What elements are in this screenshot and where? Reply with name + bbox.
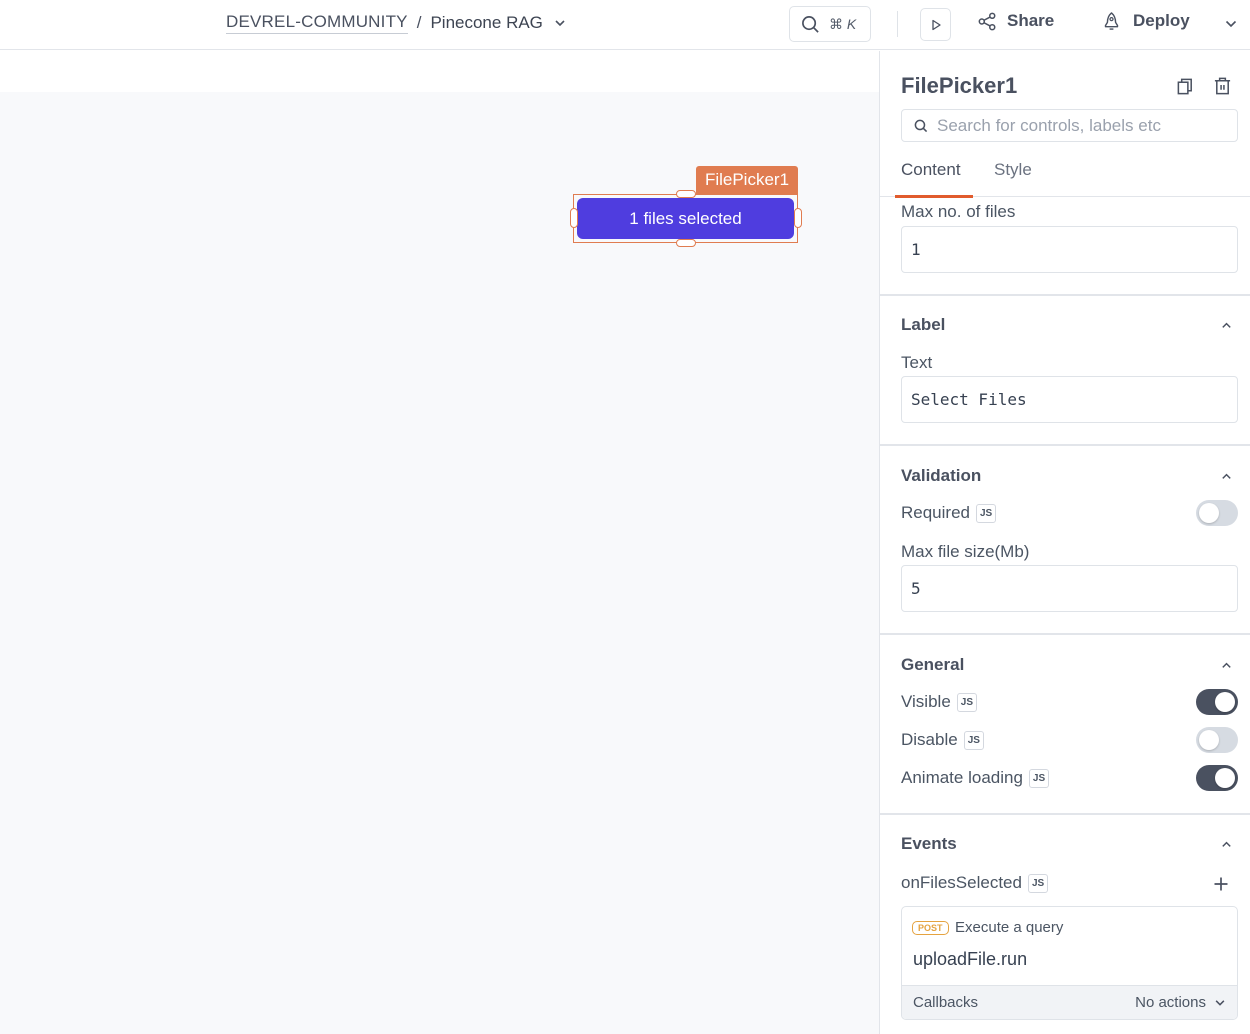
- query-name: uploadFile.run: [913, 949, 1028, 969]
- shortcut-hint: ⌘ K: [829, 16, 856, 33]
- section-divider: [880, 444, 1250, 446]
- chevron-up-icon[interactable]: [1220, 659, 1233, 672]
- disable-label-text: Disable: [901, 730, 958, 749]
- filepicker-widget-button[interactable]: 1 files selected: [577, 198, 794, 239]
- max-size-input[interactable]: 5: [901, 565, 1238, 612]
- visible-toggle[interactable]: [1196, 689, 1238, 715]
- max-size-label: Max file size(Mb): [901, 542, 1030, 561]
- toggle-knob: [1215, 692, 1235, 712]
- divider: [897, 11, 898, 37]
- label-text-input[interactable]: Select Files: [901, 376, 1238, 423]
- plus-icon[interactable]: [1213, 876, 1229, 892]
- resize-handle-left[interactable]: [570, 208, 578, 228]
- search-icon: [914, 119, 928, 132]
- breadcrumb-separator: /: [416, 13, 422, 32]
- search-icon: [802, 15, 819, 33]
- method-badge: POST: [912, 921, 949, 935]
- copy-icon[interactable]: [1176, 77, 1195, 96]
- section-divider: [880, 633, 1250, 635]
- visible-label: Visible JS: [901, 692, 978, 712]
- callbacks-row[interactable]: Callbacks No actions: [902, 985, 1237, 1019]
- event-action-card[interactable]: POST Execute a query uploadFile.run Call…: [901, 906, 1238, 1020]
- rocket-icon: [1104, 12, 1119, 30]
- tab-content[interactable]: Content: [901, 160, 961, 180]
- section-title-events[interactable]: Events: [901, 834, 957, 854]
- max-files-input[interactable]: 1: [901, 226, 1238, 273]
- shortcut-key: K: [846, 15, 857, 32]
- js-toggle-badge[interactable]: JS: [956, 692, 978, 712]
- widget-name-tag[interactable]: FilePicker1: [696, 166, 798, 194]
- chevron-up-icon[interactable]: [1220, 470, 1233, 483]
- event-name: onFilesSelected: [901, 873, 1022, 892]
- section-divider: [880, 294, 1250, 296]
- animate-loading-toggle[interactable]: [1196, 765, 1238, 791]
- pane-widget-title[interactable]: FilePicker1: [901, 73, 1017, 99]
- toggle-knob: [1215, 768, 1235, 788]
- play-icon: [931, 19, 941, 30]
- required-label: Required JS: [901, 503, 997, 523]
- property-pane: FilePicker1 Content Style Max no. of fil…: [879, 51, 1250, 1034]
- trash-icon[interactable]: [1213, 76, 1232, 96]
- canvas-header-area: [0, 51, 879, 92]
- callbacks-value: No actions: [1135, 994, 1206, 1011]
- top-bar: DEVREL-COMMUNITY / Pinecone RAG ⌘ K Shar…: [0, 0, 1250, 50]
- action-type: Execute a query: [955, 919, 1064, 936]
- js-toggle-badge[interactable]: JS: [1028, 768, 1050, 788]
- toggle-knob: [1199, 503, 1219, 523]
- disable-label: Disable JS: [901, 730, 984, 750]
- resize-handle-right[interactable]: [794, 208, 802, 228]
- callbacks-dropdown[interactable]: No actions: [1135, 994, 1226, 1011]
- animate-loading-label-text: Animate loading: [901, 768, 1023, 787]
- required-label-text: Required: [901, 503, 970, 522]
- chevron-up-icon[interactable]: [1220, 319, 1233, 332]
- share-label: Share: [1007, 11, 1055, 30]
- max-files-label: Max no. of files: [901, 202, 1016, 221]
- section-title-label[interactable]: Label: [901, 315, 945, 335]
- workspace-link[interactable]: DEVREL-COMMUNITY: [226, 12, 408, 34]
- app-name[interactable]: Pinecone RAG: [430, 13, 542, 33]
- js-toggle-badge[interactable]: JS: [1027, 873, 1049, 893]
- animate-loading-label: Animate loading JS: [901, 768, 1050, 788]
- label-text-label: Text: [901, 353, 933, 372]
- callbacks-label: Callbacks: [913, 994, 979, 1011]
- tab-style[interactable]: Style: [994, 160, 1032, 180]
- share-icon: [978, 12, 996, 30]
- deploy-label: Deploy: [1133, 11, 1190, 30]
- resize-handle-top[interactable]: [676, 190, 696, 198]
- active-tab-indicator: [895, 194, 973, 198]
- breadcrumb: DEVREL-COMMUNITY / Pinecone RAG: [226, 12, 567, 34]
- js-toggle-badge[interactable]: JS: [976, 503, 997, 523]
- chevron-down-icon: [1215, 999, 1225, 1006]
- chevron-up-icon[interactable]: [1220, 838, 1233, 851]
- section-divider: [880, 813, 1250, 815]
- pane-tabs: Content Style: [880, 151, 1250, 198]
- js-toggle-badge[interactable]: JS: [963, 730, 984, 750]
- section-title-validation[interactable]: Validation: [901, 466, 981, 486]
- required-toggle[interactable]: [1196, 500, 1238, 526]
- section-title-general[interactable]: General: [901, 655, 964, 675]
- pane-search-input[interactable]: [937, 115, 1227, 136]
- omnibar-search-button[interactable]: ⌘ K: [789, 6, 871, 42]
- share-button[interactable]: Share: [978, 11, 1054, 31]
- resize-handle-bottom[interactable]: [676, 239, 696, 247]
- chevron-down-icon[interactable]: [553, 16, 567, 30]
- deploy-options-chevron-icon[interactable]: [1224, 17, 1238, 31]
- toggle-knob: [1199, 730, 1219, 750]
- visible-label-text: Visible: [901, 692, 951, 711]
- cmd-symbol: ⌘: [829, 15, 843, 32]
- event-label: onFilesSelected JS: [901, 873, 1049, 893]
- preview-button[interactable]: [920, 8, 951, 41]
- pane-search-field[interactable]: [901, 109, 1238, 142]
- disable-toggle[interactable]: [1196, 727, 1238, 753]
- deploy-button[interactable]: Deploy: [1102, 11, 1190, 31]
